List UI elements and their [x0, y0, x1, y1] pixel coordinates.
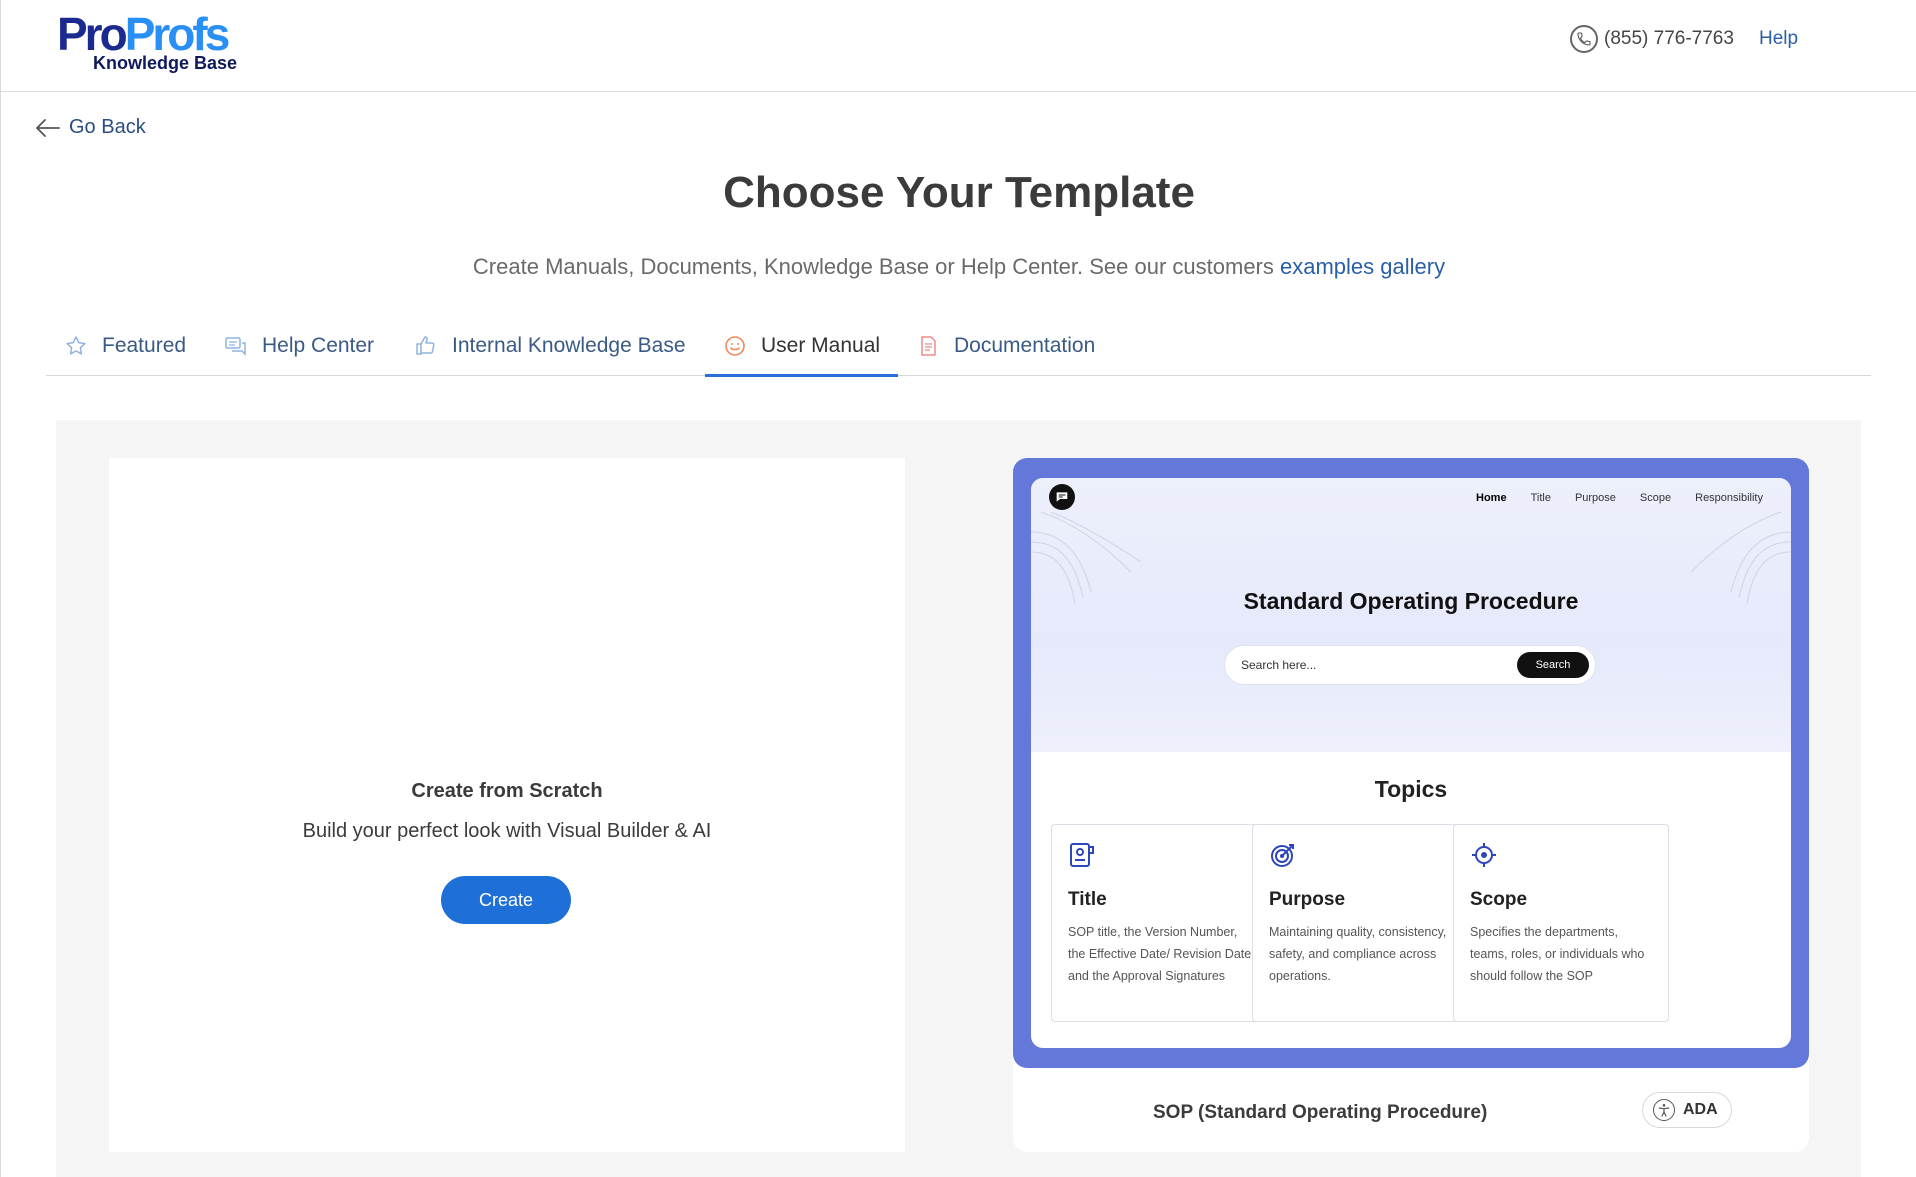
examples-gallery-link[interactable]: examples gallery	[1280, 254, 1445, 279]
preview-nav-title: Title	[1531, 492, 1551, 504]
preview-topic-card: Scope Specifies the departments, teams, …	[1453, 824, 1669, 1022]
preview-topics-heading: Topics	[1031, 776, 1791, 803]
scratch-heading: Create from Scratch	[109, 780, 905, 803]
logo-subtitle: Knowledge Base	[93, 52, 237, 74]
templates-panel: Create from Scratch Build your perfect l…	[56, 420, 1861, 1177]
preview-hero-title: Standard Operating Procedure	[1031, 588, 1791, 615]
tab-label: Internal Knowledge Base	[452, 334, 686, 358]
ada-label: ADA	[1683, 1101, 1718, 1119]
preview-nav-responsibility: Responsibility	[1695, 492, 1763, 504]
phone-icon	[1570, 25, 1598, 53]
page-title: Choose Your Template	[1, 168, 1916, 218]
chat-bubbles-icon	[224, 334, 248, 358]
preview-topic-card: Purpose Maintaining quality, consistency…	[1252, 824, 1468, 1022]
template-tabs: Featured Help Center Internal Knowledge …	[46, 316, 1871, 376]
preview-search-placeholder: Search here...	[1241, 658, 1316, 672]
tab-user-manual[interactable]: User Manual	[723, 316, 880, 376]
tab-internal-knowledge-base[interactable]: Internal Knowledge Base	[414, 316, 686, 376]
preview-nav-purpose: Purpose	[1575, 492, 1616, 504]
target-icon	[1269, 841, 1297, 869]
preview-search-button: Search	[1517, 652, 1589, 678]
tab-featured[interactable]: Featured	[64, 316, 186, 376]
smiley-icon	[723, 334, 747, 358]
top-bar: ProProfs Knowledge Base (855) 776-7763 H…	[1, 0, 1916, 92]
go-back-link[interactable]: Go Back	[35, 116, 146, 139]
phone-number: (855) 776-7763	[1604, 28, 1734, 50]
proprofs-logo[interactable]: ProProfs Knowledge Base	[57, 10, 257, 78]
page: ProProfs Knowledge Base (855) 776-7763 H…	[0, 0, 1916, 1177]
document-icon	[916, 334, 940, 358]
preview-topic-title: Title	[1068, 889, 1107, 911]
create-from-scratch-card[interactable]: Create from Scratch Build your perfect l…	[109, 458, 905, 1152]
logo-wordmark: ProProfs	[57, 10, 227, 58]
tab-label: Documentation	[954, 334, 1095, 358]
preview-hero: Home Title Purpose Scope Responsibility …	[1031, 478, 1791, 752]
tab-label: Featured	[102, 334, 186, 358]
go-back-label: Go Back	[69, 116, 146, 139]
preview-topic-title: Purpose	[1269, 889, 1345, 911]
tab-documentation[interactable]: Documentation	[916, 316, 1095, 376]
tab-help-center[interactable]: Help Center	[224, 316, 374, 376]
tab-label: User Manual	[761, 334, 880, 358]
chat-logo-icon	[1049, 484, 1075, 510]
arrow-left-icon	[35, 118, 61, 138]
template-preview-frame[interactable]: Home Title Purpose Scope Responsibility …	[1013, 458, 1809, 1068]
preview-nav-home: Home	[1476, 492, 1507, 504]
tab-label: Help Center	[262, 334, 374, 358]
star-icon	[64, 334, 88, 358]
template-caption: SOP (Standard Operating Procedure)	[1153, 1102, 1487, 1124]
preview-topic-desc: Specifies the departments, teams, roles,…	[1470, 921, 1658, 987]
accessibility-icon	[1653, 1099, 1675, 1121]
preview-topic-card: Title SOP title, the Version Number, the…	[1051, 824, 1267, 1022]
thumbs-up-icon	[414, 334, 438, 358]
preview-nav: Home Title Purpose Scope Responsibility	[1476, 492, 1763, 504]
scratch-description: Build your perfect look with Visual Buil…	[109, 820, 905, 843]
preview-topic-desc: SOP title, the Version Number, the Effec…	[1068, 921, 1256, 987]
preview-search-bar: Search here... Search	[1224, 645, 1596, 685]
id-card-icon	[1068, 841, 1096, 869]
page-subtitle: Create Manuals, Documents, Knowledge Bas…	[1, 254, 1916, 280]
ada-badge: ADA	[1642, 1092, 1732, 1128]
create-button[interactable]: Create	[441, 876, 571, 924]
preview-topic-title: Scope	[1470, 889, 1527, 911]
preview-nav-scope: Scope	[1640, 492, 1671, 504]
sop-template-card[interactable]: Home Title Purpose Scope Responsibility …	[1013, 458, 1809, 1152]
preview-topic-desc: Maintaining quality, consistency, safety…	[1269, 921, 1457, 987]
crosshair-icon	[1470, 841, 1498, 869]
phone-contact[interactable]: (855) 776-7763	[1570, 24, 1734, 54]
subtitle-text: Create Manuals, Documents, Knowledge Bas…	[473, 254, 1280, 279]
help-link[interactable]: Help	[1759, 28, 1798, 50]
template-preview-screen: Home Title Purpose Scope Responsibility …	[1031, 478, 1791, 1048]
